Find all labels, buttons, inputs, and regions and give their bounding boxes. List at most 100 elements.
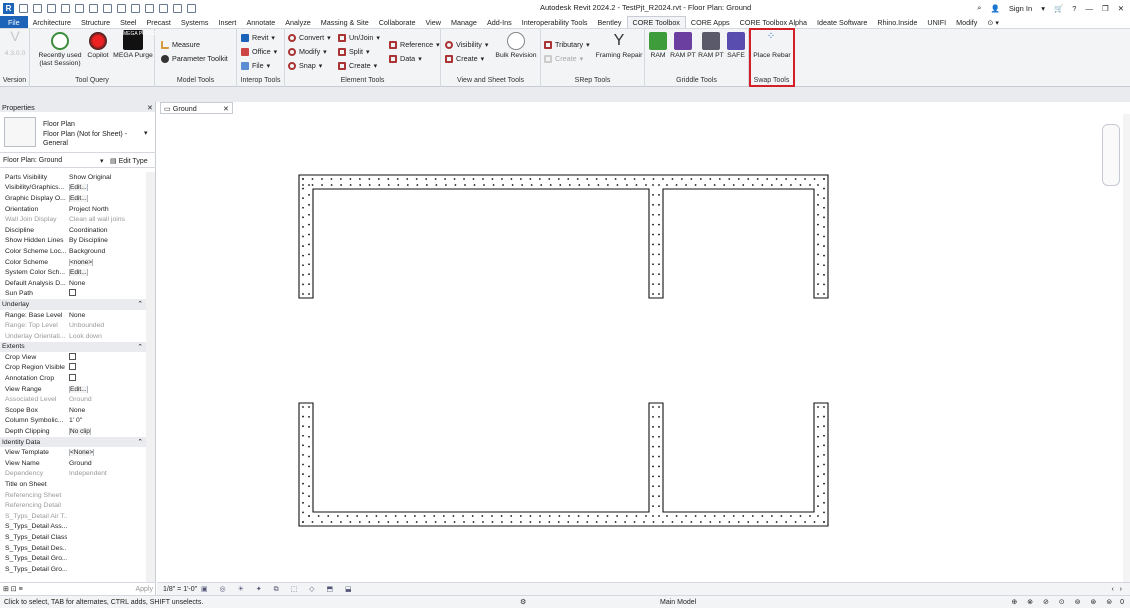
rebar-dot[interactable]: [302, 415, 304, 418]
rebar-dot[interactable]: [823, 415, 825, 418]
tab-massing-site[interactable]: Massing & Site: [316, 16, 374, 28]
rebar-dot[interactable]: [658, 465, 660, 468]
rebar-dot[interactable]: [387, 184, 390, 186]
rebar-dot[interactable]: [356, 515, 359, 517]
rebar-dot[interactable]: [823, 206, 825, 209]
rebar-dot[interactable]: [302, 454, 304, 456]
rebar-dot[interactable]: [675, 184, 678, 186]
property-value[interactable]: Show Original: [67, 174, 146, 181]
rebar-dot[interactable]: [359, 184, 362, 186]
rebar-dot[interactable]: [666, 184, 668, 186]
rebar-dot[interactable]: [652, 521, 655, 523]
rebar-dot[interactable]: [396, 178, 399, 180]
rebar-dot[interactable]: [671, 521, 674, 523]
rebar-dot[interactable]: [339, 178, 342, 180]
close-hidden-icon[interactable]: [173, 3, 182, 13]
rebar-dot[interactable]: [330, 178, 333, 180]
rebar-dot[interactable]: [385, 515, 387, 517]
rebar-dot[interactable]: [596, 515, 599, 517]
property-edit-button[interactable]: No clip: [69, 428, 91, 436]
bulk-revision-button[interactable]: Bulk Revision: [493, 32, 539, 60]
rebar-dot[interactable]: [302, 206, 304, 209]
property-value[interactable]: Background: [67, 248, 146, 255]
property-value[interactable]: 1' 0": [67, 417, 146, 424]
rebar-dot[interactable]: [652, 184, 654, 186]
rebar-dot[interactable]: [658, 203, 660, 206]
rebar-dot[interactable]: [652, 233, 654, 236]
rebar-dot[interactable]: [658, 475, 660, 478]
tag-icon[interactable]: [117, 3, 126, 13]
horizontal-scrollbar[interactable]: ‹ ›: [1112, 586, 1123, 593]
rebar-dot[interactable]: [302, 197, 304, 200]
rebar-dot[interactable]: [790, 515, 792, 517]
property-value[interactable]: Coordination: [67, 227, 146, 234]
rebar-dot[interactable]: [308, 233, 310, 236]
rebar-dot[interactable]: [658, 416, 660, 418]
3d-view-icon[interactable]: [145, 3, 154, 13]
user-icon[interactable]: 👤: [990, 4, 999, 13]
rebar-dot[interactable]: [756, 521, 759, 523]
close-icon[interactable]: ✕: [147, 103, 153, 112]
rebar-dot[interactable]: [625, 515, 628, 517]
rebar-dot[interactable]: [658, 445, 660, 448]
tab-collaborate[interactable]: Collaborate: [374, 16, 421, 28]
rebar-dot[interactable]: [502, 184, 504, 186]
rebar-dot[interactable]: [658, 283, 660, 285]
rebar-dot[interactable]: [817, 515, 819, 517]
rebar-dot[interactable]: [658, 243, 660, 246]
rebar-dot[interactable]: [302, 463, 304, 466]
rebar-dot[interactable]: [804, 178, 806, 180]
rebar-dot[interactable]: [813, 178, 816, 180]
rebar-dot[interactable]: [785, 178, 788, 180]
rebar-dot[interactable]: [671, 178, 674, 180]
rebar-dot[interactable]: [652, 445, 654, 448]
rebar-dot[interactable]: [624, 178, 626, 180]
rebar-dot[interactable]: [365, 515, 368, 517]
rebar-dot[interactable]: [633, 521, 636, 523]
rebar-dot[interactable]: [728, 178, 731, 180]
tab-view[interactable]: View: [421, 16, 446, 28]
create-element-dropdown[interactable]: Create ▾: [338, 61, 377, 70]
rebar-dot[interactable]: [823, 254, 825, 257]
rebar-dot[interactable]: [567, 178, 570, 180]
rebar-dot[interactable]: [817, 445, 819, 448]
rebar-dot[interactable]: [442, 515, 445, 517]
tab-core-toolbox[interactable]: CORE Toolbox: [626, 16, 686, 28]
rebar-dot[interactable]: [652, 253, 654, 256]
close-view-icon[interactable]: ✕: [223, 104, 229, 113]
rebar-dot[interactable]: [368, 521, 371, 523]
rebar-dot[interactable]: [658, 233, 660, 236]
view-scale[interactable]: 1/8" = 1'-0": [157, 586, 201, 593]
rebar-dot[interactable]: [823, 293, 825, 295]
tab-modify[interactable]: Modify: [951, 16, 982, 28]
rebar-dot[interactable]: [308, 213, 310, 216]
rebar-dot[interactable]: [699, 521, 702, 523]
rebar-dot[interactable]: [453, 178, 456, 180]
chevron-down-icon[interactable]: ▾: [1041, 4, 1045, 13]
rebar-dot[interactable]: [302, 434, 304, 437]
rebar-dot[interactable]: [658, 213, 660, 216]
rebar-dot[interactable]: [482, 178, 484, 180]
rebar-dot[interactable]: [368, 184, 371, 186]
rebar-dot[interactable]: [302, 178, 304, 180]
rebar-dot[interactable]: [723, 515, 726, 517]
rebar-dot[interactable]: [658, 223, 660, 226]
instance-filter-dropdown[interactable]: Floor Plan: Ground: [0, 157, 100, 164]
rebar-dot[interactable]: [823, 473, 825, 475]
rebar-dot[interactable]: [491, 178, 494, 180]
rebar-dot[interactable]: [606, 515, 609, 517]
property-edit-button[interactable]: Edit...: [69, 385, 88, 393]
rebar-dot[interactable]: [694, 515, 697, 517]
rebar-dot[interactable]: [799, 515, 802, 517]
measure-button[interactable]: Measure: [161, 40, 200, 49]
rebar-dot[interactable]: [681, 178, 683, 180]
rebar-dot[interactable]: [790, 184, 792, 186]
rebar-dot[interactable]: [775, 178, 778, 180]
rebar-dot[interactable]: [652, 475, 654, 478]
rebar-dot[interactable]: [704, 184, 707, 186]
rebar-dot[interactable]: [823, 511, 825, 514]
copilot-button[interactable]: Copilot: [84, 32, 112, 60]
rebar-dot[interactable]: [658, 425, 660, 428]
rebar-dot[interactable]: [394, 515, 397, 517]
rebar-dot[interactable]: [321, 178, 323, 180]
